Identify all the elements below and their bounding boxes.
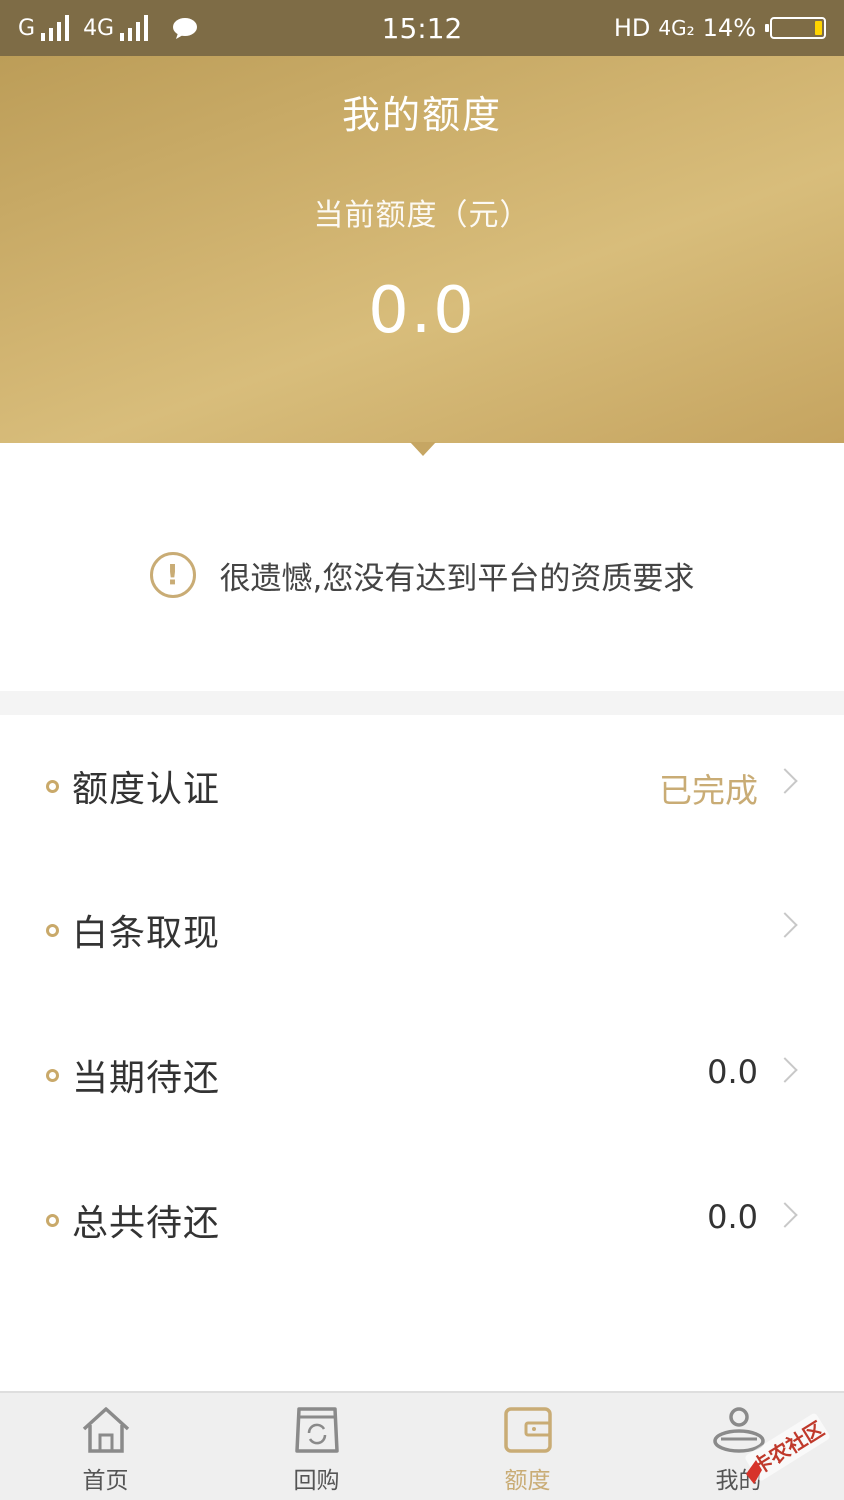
home-icon <box>82 1407 130 1453</box>
menu-item-label: 白条取现 <box>72 913 221 954</box>
battery-percent: 14% <box>702 14 756 42</box>
status-bar: G 4G 15:12 HD 4G₂ 14% <box>0 0 844 56</box>
bullet-icon <box>46 1069 59 1082</box>
header-caret <box>410 442 436 456</box>
menu-item-current-due[interactable]: 当期待还 0.0 <box>0 1005 844 1149</box>
network-4g: 4G₂ <box>658 16 695 40</box>
tab-label: 首页 <box>82 1468 129 1494</box>
chevron-right-icon <box>772 1057 798 1083</box>
tab-label: 回购 <box>293 1468 340 1494</box>
tab-home[interactable]: 首页 <box>0 1393 211 1500</box>
status-right: HD 4G₂ 14% <box>614 12 826 44</box>
bullet-icon <box>46 924 59 937</box>
warning-icon: ! <box>149 552 196 598</box>
watermark-logo: 卡农社区 <box>745 1413 830 1484</box>
bullet-icon <box>46 1214 59 1227</box>
page-title: 我的额度 <box>341 93 502 137</box>
tab-repurchase[interactable]: 回购 <box>211 1393 422 1500</box>
menu-item-label: 当期待还 <box>72 1058 221 1099</box>
tab-label: 额度 <box>504 1468 551 1494</box>
menu-item-status: 已完成 <box>659 771 758 810</box>
menu-item-total-due[interactable]: 总共待还 0.0 <box>0 1150 844 1294</box>
wallet-icon <box>504 1407 552 1453</box>
credit-amount: 0.0 <box>368 274 476 348</box>
bottom-tab-bar: 首页 回购 额度 我的 <box>0 1391 844 1500</box>
credit-label: 当前额度（元） <box>313 198 531 233</box>
battery-level <box>815 21 822 35</box>
notice-text: 很遗憾,您没有达到平台的资质要求 <box>219 560 695 597</box>
menu-item-label: 额度认证 <box>72 769 221 810</box>
menu-item-credit-verification[interactable]: 额度认证 已完成 <box>0 716 844 860</box>
network-hd: HD <box>613 14 651 42</box>
menu-item-cash-withdrawal[interactable]: 白条取现 <box>0 860 844 1004</box>
menu-item-value: 0.0 <box>707 1053 758 1091</box>
section-divider <box>0 691 844 715</box>
menu-item-value: 0.0 <box>707 1198 758 1236</box>
chevron-right-icon <box>772 1202 798 1228</box>
battery-icon <box>765 17 826 39</box>
tab-credit[interactable]: 额度 <box>422 1393 633 1500</box>
qualification-notice: ! 很遗憾,您没有达到平台的资质要求 <box>0 540 844 610</box>
menu-item-label: 总共待还 <box>72 1203 221 1244</box>
repurchase-icon <box>295 1407 339 1453</box>
credit-header: 我的额度 当前额度（元） 0.0 <box>0 56 844 443</box>
bullet-icon <box>46 780 59 793</box>
chevron-right-icon <box>772 912 798 938</box>
chevron-right-icon <box>772 768 798 794</box>
